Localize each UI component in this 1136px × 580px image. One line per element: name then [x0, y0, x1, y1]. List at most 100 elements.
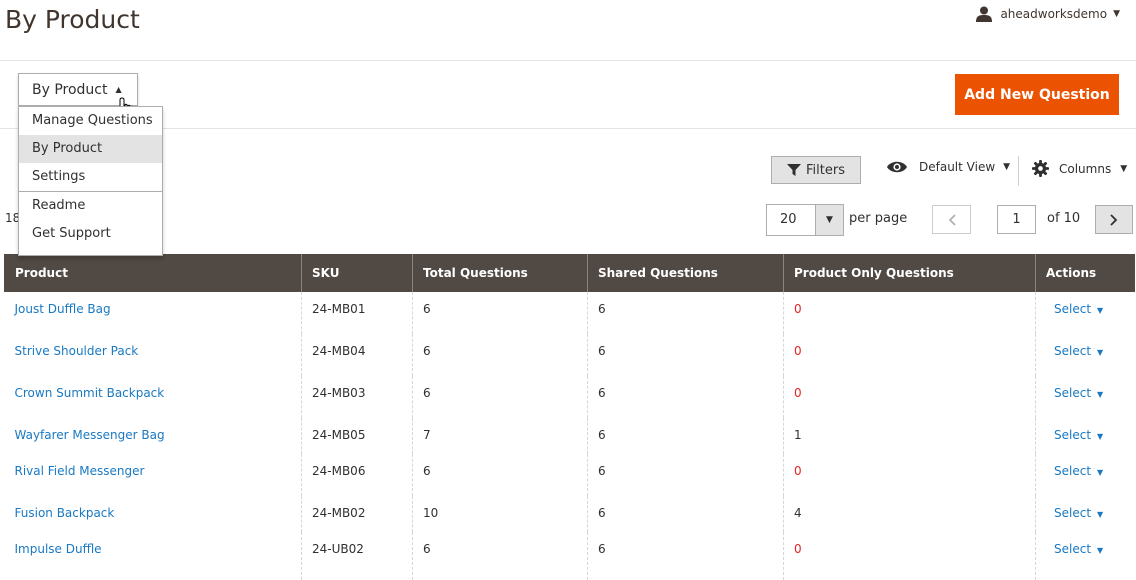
column-header-product-only-questions[interactable]: Product Only Questions [783, 254, 1036, 292]
sku-cell: 24-MB06 [301, 454, 413, 496]
eye-icon [887, 161, 907, 173]
chevron-down-icon: ▼ [1097, 306, 1104, 315]
menu-item-manage-questions[interactable]: Manage Questions [19, 107, 162, 135]
column-header-product[interactable]: Product [4, 254, 302, 292]
chevron-down-icon: ▼ [1113, 9, 1120, 19]
actions-select[interactable]: Select ▼ [1035, 292, 1135, 334]
actions-select[interactable]: Select ▼ [1035, 334, 1135, 376]
shared-questions-cell: 6 [587, 496, 784, 532]
menu-item-settings[interactable]: Settings [19, 163, 162, 191]
total-questions-cell: 7 [412, 418, 588, 454]
filters-label: Filters [806, 162, 845, 178]
actions-select[interactable]: Select ▼ [1035, 418, 1135, 454]
column-header-actions: Actions [1035, 254, 1135, 292]
per-page-label: per page [849, 211, 908, 226]
page-switcher-menu: Manage Questions By Product Settings Rea… [18, 106, 163, 256]
filters-button[interactable]: Filters [771, 156, 861, 184]
chevron-down-icon: ▼ [1097, 432, 1104, 441]
toolbar-separator [1018, 156, 1019, 186]
select-action-label: Select [1054, 428, 1092, 442]
page-title: By Product [5, 5, 140, 34]
table-row: Strive Shoulder Pack 24-MB04 6 6 0 Selec… [4, 334, 1135, 376]
select-action-label: Select [1054, 302, 1092, 316]
previous-page-button[interactable] [932, 205, 971, 234]
user-name: aheadworksdemo [1000, 7, 1108, 21]
product-only-questions-cell: 1 [794, 428, 802, 442]
column-header-sku[interactable]: SKU [301, 254, 413, 292]
sku-cell: 24-MB04 [301, 334, 413, 376]
product-only-questions-cell: 0 [794, 302, 802, 316]
current-page-input[interactable]: 1 [997, 205, 1036, 234]
chevron-right-icon [1110, 213, 1118, 226]
menu-item-by-product[interactable]: By Product [19, 135, 162, 163]
menu-item-readme[interactable]: Readme [19, 192, 162, 220]
gear-icon [1032, 160, 1049, 177]
product-link[interactable]: Strive Shoulder Pack [15, 344, 139, 358]
sku-cell: 24-MB02 [301, 496, 413, 532]
product-link[interactable]: Crown Summit Backpack [15, 386, 165, 400]
product-only-questions-cell: 0 [794, 464, 802, 478]
select-action-label: Select [1054, 464, 1092, 478]
total-questions-cell: 6 [412, 532, 588, 580]
product-link[interactable]: Fusion Backpack [15, 506, 115, 520]
shared-questions-cell: 6 [587, 418, 784, 454]
chevron-down-icon: ▼ [1097, 510, 1104, 519]
per-page-value: 20 [780, 212, 797, 227]
columns-dropdown[interactable]: Columns ▼ [1032, 160, 1127, 177]
table-row: Impulse Duffle 24-UB02 6 6 0 Select ▼ [4, 532, 1135, 580]
table-row: Joust Duffle Bag 24-MB01 6 6 0 Select ▼ [4, 292, 1135, 334]
table-row: Rival Field Messenger 24-MB06 6 6 0 Sele… [4, 454, 1135, 496]
per-page-select[interactable]: 20 ▼ [766, 204, 844, 236]
chevron-down-icon: ▼ [1097, 468, 1104, 477]
chevron-down-icon: ▼ [1097, 546, 1104, 555]
column-header-total-questions[interactable]: Total Questions [412, 254, 588, 292]
actions-select[interactable]: Select ▼ [1035, 454, 1135, 496]
actions-select[interactable]: Select ▼ [1035, 496, 1135, 532]
shared-questions-cell: 6 [587, 292, 784, 334]
column-header-shared-questions[interactable]: Shared Questions [587, 254, 784, 292]
chevron-left-icon [948, 213, 956, 226]
sku-cell: 24-MB05 [301, 418, 413, 454]
chevron-down-icon: ▼ [1003, 162, 1011, 172]
product-only-questions-cell: 0 [794, 344, 802, 358]
grid-header-row: Product SKU Total Questions Shared Quest… [4, 254, 1135, 292]
filter-icon [787, 164, 802, 176]
chevron-down-icon[interactable]: ▼ [815, 205, 843, 235]
product-link[interactable]: Wayfarer Messenger Bag [15, 428, 165, 442]
user-menu[interactable]: aheadworksdemo ▼ [976, 6, 1120, 22]
chevron-down-icon: ▼ [1120, 163, 1128, 174]
sku-cell: 24-UB02 [301, 532, 413, 580]
actions-select[interactable]: Select ▼ [1035, 532, 1135, 580]
sku-cell: 24-MB01 [301, 292, 413, 334]
toolbar-divider [0, 128, 1136, 129]
select-action-label: Select [1054, 506, 1092, 520]
shared-questions-cell: 6 [587, 454, 784, 496]
caret-up-icon: ▲ [115, 85, 122, 94]
total-questions-cell: 10 [412, 496, 588, 532]
shared-questions-cell: 6 [587, 532, 784, 580]
add-new-question-button[interactable]: Add New Question [955, 74, 1119, 115]
default-view-dropdown[interactable]: Default View ▼ [886, 160, 1010, 174]
shared-questions-cell: 6 [587, 334, 784, 376]
product-link[interactable]: Impulse Duffle [15, 542, 102, 556]
menu-item-get-support[interactable]: Get Support [19, 220, 162, 248]
select-action-label: Select [1054, 542, 1092, 556]
product-link[interactable]: Rival Field Messenger [15, 464, 145, 478]
product-link[interactable]: Joust Duffle Bag [15, 302, 111, 316]
chevron-down-icon: ▼ [1097, 390, 1104, 399]
page-switcher-label: By Product [32, 81, 108, 98]
table-row: Fusion Backpack 24-MB02 10 6 4 Select ▼ [4, 496, 1135, 532]
sku-cell: 24-MB03 [301, 376, 413, 418]
next-page-button[interactable] [1095, 205, 1133, 234]
actions-select[interactable]: Select ▼ [1035, 376, 1135, 418]
table-row: Crown Summit Backpack 24-MB03 6 6 0 Sele… [4, 376, 1135, 418]
table-row: Wayfarer Messenger Bag 24-MB05 7 6 1 Sel… [4, 418, 1135, 454]
user-icon [976, 6, 993, 22]
total-pages-label: of 10 [1047, 211, 1081, 226]
product-only-questions-cell: 0 [794, 386, 802, 400]
select-action-label: Select [1054, 386, 1092, 400]
product-only-questions-cell: 0 [794, 542, 802, 556]
product-grid: Product SKU Total Questions Shared Quest… [4, 254, 1135, 580]
total-questions-cell: 6 [412, 376, 588, 418]
default-view-label: Default View [919, 160, 996, 174]
